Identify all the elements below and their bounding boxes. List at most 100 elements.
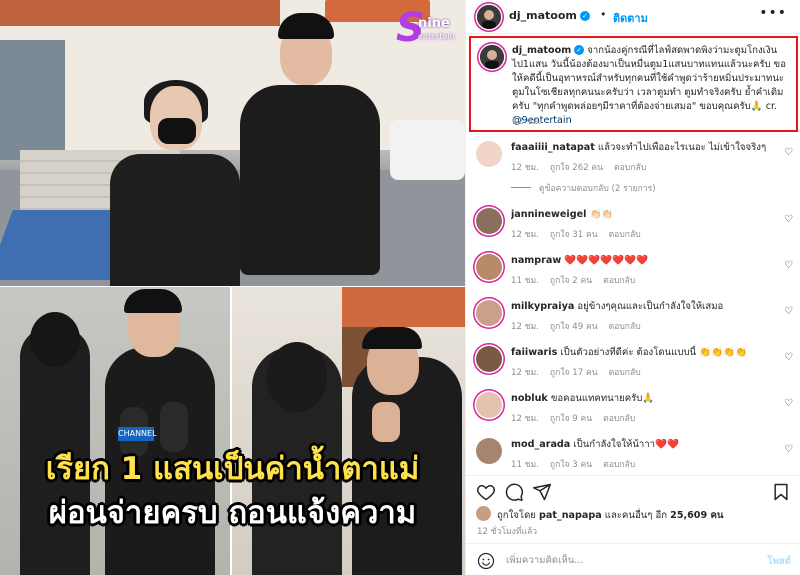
comment-text: 👏🏻👏🏻	[589, 209, 614, 220]
caption-line-2: ผ่อนจ่ายครบ ถอนแจ้งความ	[48, 495, 417, 531]
avatar[interactable]	[480, 45, 504, 69]
reply-button[interactable]: ตอบกลับ	[603, 460, 635, 470]
nine-entertain-logo: S nine entertain	[396, 8, 462, 52]
reply-line-divider	[511, 187, 531, 188]
building-orange-band	[0, 0, 280, 26]
follow-button[interactable]: ติดตาม	[613, 9, 648, 27]
likes-summary: ถูกใจโดย pat_napapa และคนอื่นๆ อีก 25,60…	[466, 504, 800, 524]
comment-item: nampraw ❤️❤️❤️❤️❤️❤️❤️ 11 ชม. ถูกใจ 2 คน ต…	[466, 250, 800, 300]
comment-username[interactable]: nobluk	[511, 393, 548, 404]
comment-time[interactable]: 12 ชม.	[511, 414, 539, 424]
comment-username[interactable]: nampraw	[511, 255, 561, 266]
comment-username[interactable]: mod_arada	[511, 439, 570, 450]
comment-item: milkypraiya อยู่ข้างๆคุณและเป็นกำลังใจให…	[466, 296, 800, 346]
comment-likes[interactable]: ถูกใจ 262 คน	[550, 163, 603, 173]
avatar[interactable]	[476, 141, 502, 167]
avatar[interactable]	[476, 208, 502, 234]
comment-text: เป็นกำลังใจให้น้าาา❤️❤️	[573, 439, 679, 450]
comment-text: ❤️❤️❤️❤️❤️❤️❤️	[564, 255, 648, 266]
share-icon[interactable]	[532, 482, 552, 502]
comment-item: jannineweigel 👏🏻👏🏻 12 ชม. ถูกใจ 31 คน ตอบก…	[466, 204, 800, 254]
caption-line-1: เรียก 1 แสนเป็นค่าน้ำตาแม่	[45, 451, 420, 487]
heart-icon[interactable]: ♡	[784, 444, 793, 455]
caption-timestamp[interactable]: 12 ชม.	[512, 114, 541, 128]
heart-icon[interactable]: ♡	[784, 352, 793, 363]
avatar[interactable]	[476, 506, 491, 521]
building-entrance	[0, 40, 65, 160]
woman-in-black	[100, 80, 250, 314]
post-photo[interactable]: CHANNEL เรียก 1 แสนเป็นค่าน้ำตาแม่ ผ่อนจ…	[0, 0, 465, 575]
likes-middle: และคนอื่นๆ อีก	[604, 510, 668, 521]
bookmark-icon[interactable]	[771, 482, 791, 502]
woman-hair	[30, 312, 80, 367]
comment-item: nobluk ขอคอนแทคทนายครับ🙏 12 ชม. ถูกใจ 9 ค…	[466, 388, 800, 438]
reply-button[interactable]: ตอบกลับ	[609, 322, 641, 332]
comment-time[interactable]: 11 ชม.	[511, 276, 539, 286]
liker-username[interactable]: pat_napapa	[539, 510, 602, 521]
avatar[interactable]	[477, 5, 501, 29]
parked-car	[390, 120, 465, 180]
add-comment-bar: โพสต์	[466, 543, 800, 575]
post-header: dj_matoom ✓ • ติดตาม •••	[466, 0, 800, 34]
comment-text: ขอคอนแทคทนายครับ🙏	[550, 393, 655, 404]
comment-likes[interactable]: ถูกใจ 49 คน	[550, 322, 598, 332]
view-replies-button[interactable]: ดูข้อความตอบกลับ (2 รายการ)	[511, 181, 656, 195]
comment-text: อยู่ข้างๆคุณและเป็นกำลังใจให้เสมอ	[577, 301, 724, 312]
avatar[interactable]	[476, 392, 502, 418]
heart-icon[interactable]: ♡	[784, 398, 793, 409]
heart-icon[interactable]: ♡	[784, 260, 793, 271]
comment-username[interactable]: jannineweigel	[511, 209, 586, 220]
black-cap	[362, 327, 422, 349]
station-sign	[342, 287, 465, 327]
reply-button[interactable]: ตอบกลับ	[614, 163, 646, 173]
emoji-icon[interactable]	[477, 552, 495, 570]
comment-likes[interactable]: ถูกใจ 31 คน	[550, 230, 598, 240]
comment-username[interactable]: faaaiiii_natapat	[511, 142, 595, 153]
black-cap	[278, 13, 334, 39]
post-timestamp[interactable]: 12 ชั่วโมงที่แล้ว	[477, 524, 537, 538]
caption-username[interactable]: dj_matoom	[512, 45, 571, 56]
likes-prefix: ถูกใจโดย	[497, 510, 536, 521]
likes-count[interactable]: 25,609 คน	[670, 510, 723, 521]
comment-time[interactable]: 12 ชม.	[511, 230, 539, 240]
avatar[interactable]	[476, 346, 502, 372]
comment-time[interactable]: 12 ชม.	[511, 322, 539, 332]
black-cap	[124, 289, 182, 313]
heart-icon[interactable]	[476, 482, 496, 502]
post-side-panel: dj_matoom ✓ • ติดตาม ••• dj_matoom ✓ จากน้…	[465, 0, 800, 575]
face-mask	[158, 118, 196, 144]
avatar[interactable]	[476, 300, 502, 326]
praying-hands	[372, 402, 400, 442]
reply-button[interactable]: ตอบกลับ	[609, 230, 641, 240]
comment-text: แล้วจะทำไปเพื่ออะไรเนอะ ไม่เข้าใจจริงๆ	[597, 142, 767, 153]
post-comment-button[interactable]: โพสต์	[767, 554, 791, 569]
comment-text: เป็นตัวอย่างที่ดีค่ะ ต้องโดนแบบนี้ 👏👏👏👏	[560, 347, 747, 358]
heart-icon[interactable]: ♡	[784, 214, 793, 225]
microphone	[160, 402, 188, 452]
verified-badge-icon: ✓	[579, 11, 590, 21]
comment-time[interactable]: 11 ชม.	[511, 460, 539, 470]
comment-likes[interactable]: ถูกใจ 9 คน	[550, 414, 592, 424]
heart-icon[interactable]: ♡	[784, 147, 793, 158]
comment-time[interactable]: 12 ชม.	[511, 163, 539, 173]
author-username[interactable]: dj_matoom ✓	[509, 9, 590, 22]
more-horizontal-icon[interactable]: •••	[759, 5, 787, 21]
reply-button[interactable]: ตอบกลับ	[603, 276, 635, 286]
comment-time[interactable]: 12 ชม.	[511, 368, 539, 378]
man-in-black-cap	[240, 13, 380, 287]
logo-sub-text: entertain	[418, 32, 455, 41]
caption-text: dj_matoom ✓ จากน้องคู่กรณีที่ไลฟ์สดพาดพิง…	[512, 44, 794, 128]
comment-username[interactable]: faiiwaris	[511, 347, 557, 358]
reply-button[interactable]: ตอบกลับ	[609, 368, 641, 378]
comment-icon[interactable]	[504, 482, 524, 502]
avatar[interactable]	[476, 438, 502, 464]
reply-button[interactable]: ตอบกลับ	[603, 414, 635, 424]
comment-input[interactable]	[506, 550, 746, 570]
comment-likes[interactable]: ถูกใจ 3 คน	[550, 460, 592, 470]
heart-icon[interactable]: ♡	[784, 306, 793, 317]
comment-likes[interactable]: ถูกใจ 17 คน	[550, 368, 598, 378]
comment-likes[interactable]: ถูกใจ 2 คน	[550, 276, 592, 286]
woman-hair	[267, 342, 327, 412]
comment-username[interactable]: milkypraiya	[511, 301, 574, 312]
avatar[interactable]	[476, 254, 502, 280]
